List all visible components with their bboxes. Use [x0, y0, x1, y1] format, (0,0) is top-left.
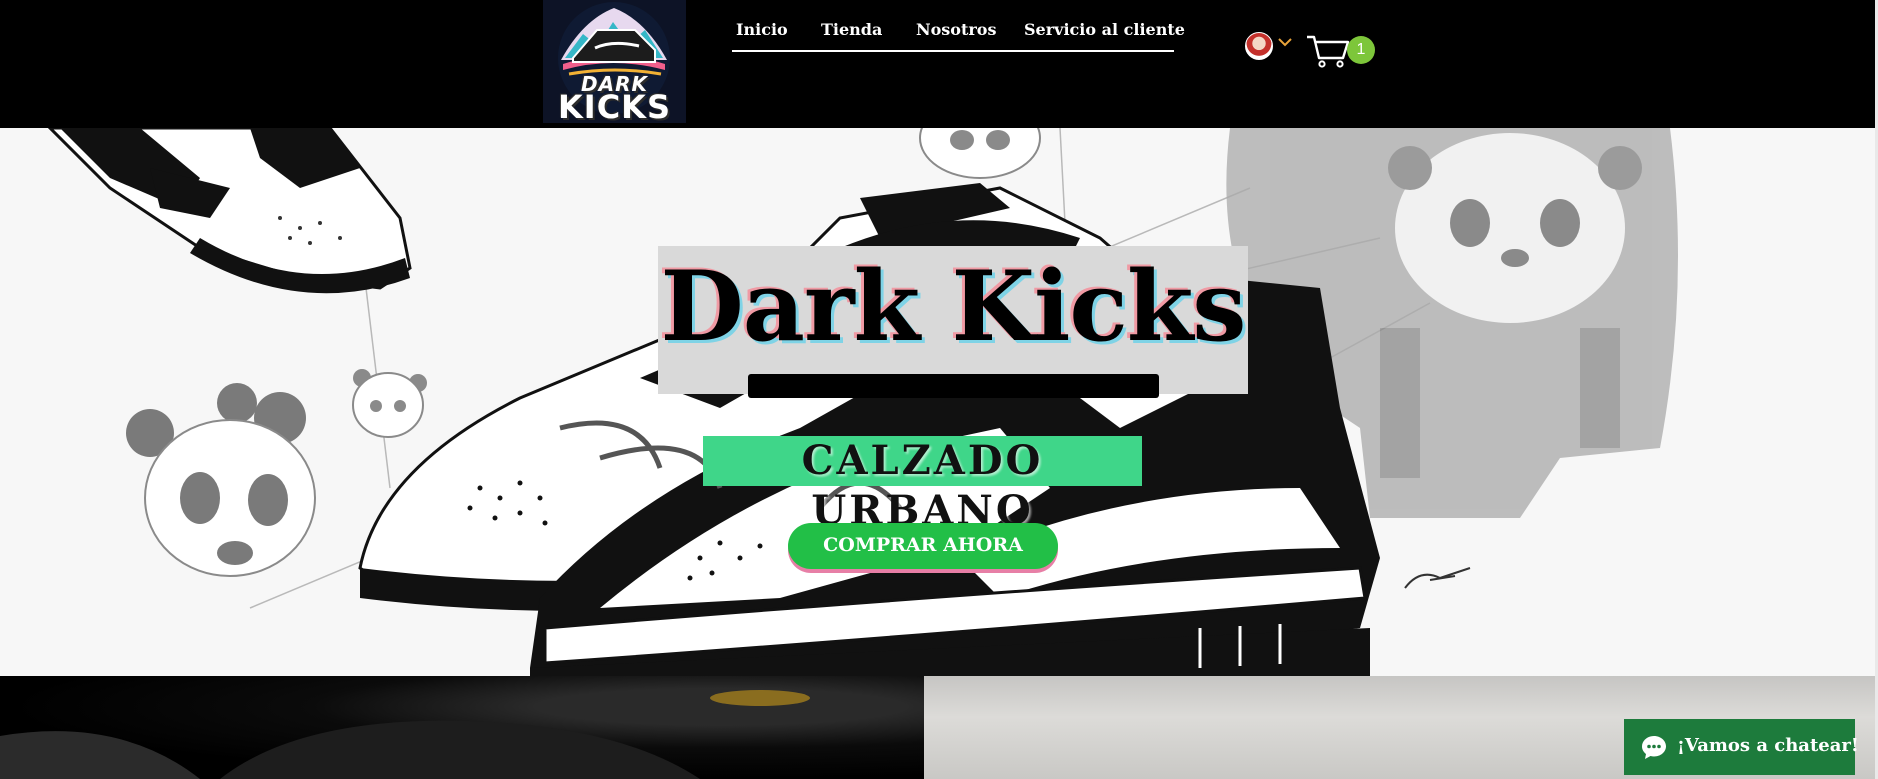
hero-title: Dark Kicks — [660, 250, 1247, 363]
nav-item-servicio-al-cliente[interactable]: Servicio al cliente — [1024, 20, 1185, 39]
hero-subtitle: CALZADO URBANO — [801, 437, 1044, 534]
hero-banner: Dark Kicks CALZADO URBANO COMPRAR AHORA — [0, 128, 1875, 676]
site-logo[interactable]: DARK KICKS — [543, 0, 686, 123]
hero-sneaker-illustration — [47, 128, 1678, 676]
category-image-left[interactable] — [0, 676, 924, 779]
account-menu-button[interactable] — [1245, 32, 1301, 62]
cart-icon[interactable] — [1305, 34, 1351, 68]
shop-now-button[interactable]: COMPRAR AHORA — [788, 523, 1058, 569]
nav-item-nosotros[interactable]: Nosotros — [916, 20, 996, 39]
dark-sneaker-photo — [0, 690, 810, 779]
cart-count-badge[interactable]: 1 — [1347, 36, 1375, 64]
main-nav: Inicio Tienda Nosotros Servicio al clien… — [732, 18, 1185, 52]
logo-text-kicks: KICKS — [557, 88, 672, 123]
hero-title-underline — [748, 374, 1159, 398]
chat-button-label: ¡Vamos a chatear! — [1677, 735, 1859, 756]
chat-bubble-icon — [1642, 736, 1666, 759]
chat-button[interactable]: ¡Vamos a chatear! — [1624, 719, 1859, 775]
chevron-down-icon — [1278, 38, 1292, 47]
nav-item-tienda[interactable]: Tienda — [821, 20, 882, 39]
nav-item-inicio[interactable]: Inicio — [736, 20, 788, 39]
site-header: DARK KICKS Inicio Tienda Nosotros Servic… — [0, 0, 1875, 128]
user-avatar — [1245, 32, 1273, 60]
